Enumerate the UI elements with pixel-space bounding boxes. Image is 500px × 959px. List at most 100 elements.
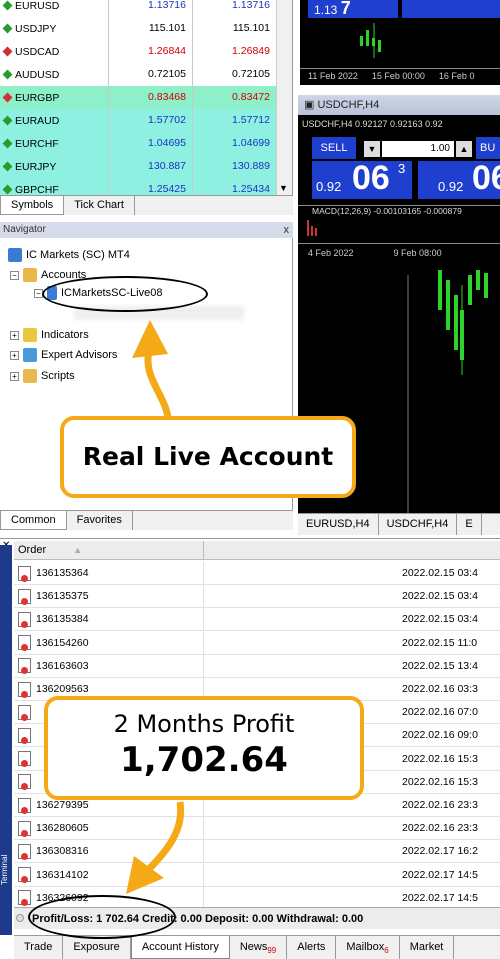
profit-highlight-oval: [28, 895, 176, 939]
market-watch-scrollbar[interactable]: ▼: [276, 0, 292, 195]
tab-chart-usdchf[interactable]: USDCHF,H4: [379, 514, 458, 535]
time-cell: 2022.02.15 11:0: [402, 636, 478, 649]
tree-root[interactable]: IC Markets (SC) MT4: [8, 248, 130, 262]
order-number: 136279395: [36, 799, 89, 811]
macd-label: MACD(12,26,9) -0.00103165 -0.000879: [312, 206, 462, 216]
table-row[interactable]: 136163603 2022.02.15 13:4: [14, 654, 500, 678]
symbol-row[interactable]: EURAUD 1.57702 1.57712: [0, 109, 276, 132]
symbol-row[interactable]: EURGBP 0.83468 0.83472: [0, 86, 276, 109]
sell-button[interactable]: SELL: [312, 137, 356, 159]
order-number: 136209563: [36, 683, 89, 695]
tab-chart-eurusd[interactable]: EURUSD,H4: [298, 514, 379, 535]
tab-tick-chart[interactable]: Tick Chart: [64, 196, 135, 215]
tab-account-history[interactable]: Account History: [130, 936, 230, 959]
account-highlight-oval: [42, 276, 208, 312]
symbol-cell: EURCHF: [0, 138, 108, 150]
tab-favorites[interactable]: Favorites: [67, 511, 133, 530]
tab-market[interactable]: Market: [400, 936, 455, 959]
axis-date: 15 Feb 00:00: [371, 71, 425, 81]
axis-date: 9 Feb 08:00: [393, 248, 442, 258]
symbol-cell: EURGBP: [0, 92, 108, 104]
sell-price-panel[interactable]: 0.92 06 3: [312, 159, 412, 199]
ask-cell: 0.72105: [192, 63, 276, 86]
bid-cell: 0.72105: [108, 63, 192, 86]
tab-exposure[interactable]: Exposure: [63, 936, 131, 959]
ask-cell: 1.04699: [192, 132, 276, 155]
order-number: 136163603: [36, 659, 89, 672]
tree-scripts[interactable]: + Scripts: [10, 369, 75, 383]
expand-icon[interactable]: +: [10, 350, 19, 360]
chart-usdchf[interactable]: USDCHF,H4 0.92127 0.92163 0.92 SELL ▼ 1.…: [298, 115, 500, 265]
lot-down-icon[interactable]: ▼: [364, 141, 380, 157]
arrow-up-icon: [132, 320, 172, 425]
chart-tabs: EURUSD,H4 USDCHF,H4 E: [298, 513, 500, 535]
tree-experts[interactable]: + Expert Advisors: [10, 348, 117, 362]
buy-button[interactable]: BU: [476, 137, 500, 159]
chart-eurusd[interactable]: 1.13 7 11 Feb 2022 15 Feb 00:00 16 Feb 0: [300, 0, 500, 85]
server-icon: [8, 248, 22, 262]
callout-profit: 2 Months Profit 1,702.64: [44, 696, 364, 800]
symbol-row[interactable]: EURCHF 1.04695 1.04699: [0, 132, 276, 155]
chart1-candles: [360, 23, 381, 58]
tab-mailbox[interactable]: Mailbox6: [336, 936, 400, 959]
column-time[interactable]: [204, 541, 500, 559]
symbol-name: EURGBP: [15, 91, 60, 104]
symbol-cell: USDJPY: [0, 23, 108, 35]
sell-price-small: 0.92: [316, 179, 342, 194]
order-cell: 136163603: [14, 654, 204, 677]
symbol-cell: EURJPY: [0, 161, 108, 173]
price-small: 1.13: [314, 3, 338, 17]
tab-symbols[interactable]: Symbols: [0, 196, 65, 215]
table-row[interactable]: 136135375 2022.02.15 03:4: [14, 585, 500, 609]
lot-up-icon[interactable]: ▲: [456, 141, 472, 157]
buy-panel[interactable]: [402, 0, 500, 18]
symbol-row[interactable]: USDJPY 115.101 115.101: [0, 17, 276, 40]
column-order[interactable]: Order ▲: [14, 541, 204, 559]
navigator-title-bar: Navigator x: [0, 222, 293, 238]
symbol-name: AUDUSD: [15, 68, 60, 81]
table-row[interactable]: 136308316 2022.02.17 16:2: [14, 840, 500, 864]
symbol-cell: USDCAD: [0, 46, 108, 58]
table-row[interactable]: 136135384 2022.02.15 03:4: [14, 608, 500, 632]
symbol-cell: EURUSD: [0, 0, 108, 12]
scroll-down-icon[interactable]: ▼: [279, 183, 288, 193]
callout-live-account: Real Live Account: [60, 416, 356, 498]
expand-icon[interactable]: +: [10, 371, 19, 381]
chart-usdchf-titlebar[interactable]: ▣ USDCHF,H4: [298, 95, 500, 115]
order-cell: 136135364: [14, 562, 204, 584]
order-number: 136135364: [36, 567, 89, 579]
macd-histogram: [307, 220, 317, 236]
symbol-row[interactable]: GBPCHF 1.25425 1.25434: [0, 178, 276, 195]
order-icon: [18, 658, 31, 675]
symbol-name: EURCHF: [15, 137, 59, 150]
order-number: 136314102: [36, 868, 89, 881]
buy-price-panel[interactable]: 0.92 06: [418, 161, 500, 199]
table-row[interactable]: 136280605 2022.02.16 23:3: [14, 817, 500, 841]
bid-cell: 1.26844: [108, 40, 192, 63]
tab-alerts[interactable]: Alerts: [287, 936, 337, 959]
symbol-row[interactable]: USDCAD 1.26844 1.26849: [0, 40, 276, 63]
table-row[interactable]: 136135364 2022.02.15 03:4: [14, 562, 500, 585]
symbol-row[interactable]: AUDUSD 0.72105 0.72105: [0, 63, 276, 86]
expand-icon[interactable]: +: [10, 330, 19, 340]
tab-chart-other[interactable]: E: [457, 514, 482, 535]
terminal-side-label: Terminal: [0, 854, 9, 885]
time-cell: 2022.02.17 16:2: [402, 845, 478, 858]
tab-common[interactable]: Common: [0, 511, 67, 530]
table-row[interactable]: 136314102 2022.02.17 14:5: [14, 863, 500, 887]
order-icon: [18, 774, 31, 791]
lot-input[interactable]: 1.00: [382, 141, 454, 157]
close-icon[interactable]: x: [284, 222, 290, 238]
arrow-up-icon: [2, 0, 13, 11]
table-row[interactable]: 136154260 2022.02.15 11:0: [14, 631, 500, 655]
tab-trade[interactable]: Trade: [14, 936, 64, 959]
tree-indicators[interactable]: + Indicators: [10, 328, 89, 342]
symbol-row[interactable]: EURJPY 130.887 130.889: [0, 155, 276, 178]
tab-news[interactable]: News99: [230, 936, 288, 959]
collapse-icon[interactable]: −: [10, 270, 19, 280]
order-icon: [18, 611, 31, 628]
tree-scripts-label: Scripts: [41, 370, 75, 382]
ask-cell: 130.889: [192, 155, 276, 178]
symbol-row[interactable]: EURUSD 1.13716 1.13716: [0, 0, 276, 17]
callout-live-text: Real Live Account: [82, 442, 334, 471]
